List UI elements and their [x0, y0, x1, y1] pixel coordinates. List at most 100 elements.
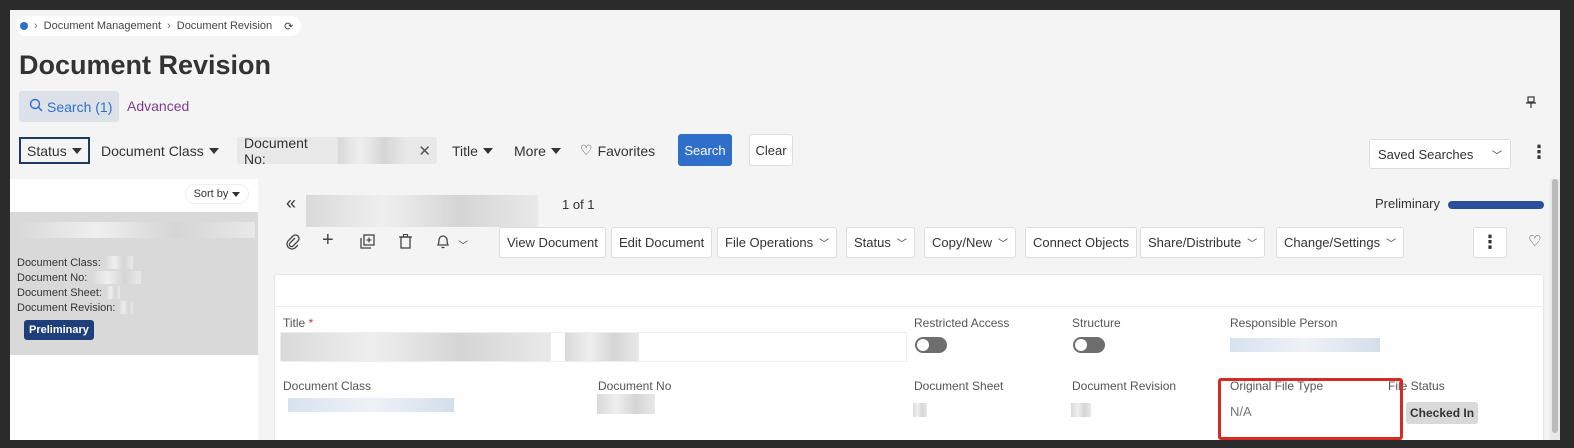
document-form: Title * Restricted Access Structure Resp…	[274, 274, 1545, 440]
copy-new-menu[interactable]: Copy/New ﹀	[924, 227, 1016, 258]
restricted-access-toggle[interactable]	[915, 337, 947, 353]
detail-panel: « 1 of 1 Preliminary + ﹀ View Document E…	[258, 179, 1560, 440]
paperclip-icon[interactable]	[286, 234, 300, 254]
filter-more-label: More	[514, 142, 546, 159]
add-icon[interactable]: +	[322, 229, 334, 252]
tab-search[interactable]: Search (1)	[19, 91, 119, 122]
highlight-box	[1218, 378, 1403, 440]
filter-status-label: Status	[27, 142, 67, 159]
title-field[interactable]	[280, 332, 907, 362]
search-icon	[29, 98, 43, 115]
toolbar-more-icon[interactable]: ⋮	[1473, 227, 1507, 258]
record-state-progress	[1448, 201, 1544, 209]
filter-title[interactable]: Title	[452, 137, 493, 164]
chevron-down-icon: ﹀	[458, 241, 469, 252]
close-icon[interactable]: ✕	[418, 142, 431, 160]
chevron-down-icon: ﹀	[1386, 239, 1397, 250]
duplicate-icon[interactable]	[360, 234, 375, 253]
pin-icon[interactable]	[1526, 96, 1536, 112]
sort-by-label: Sort by	[193, 188, 229, 200]
list-item[interactable]: Document Class: Document No: Document Sh…	[10, 212, 258, 355]
chevron-down-icon: ﹀	[1247, 239, 1258, 250]
edit-document-button[interactable]: Edit Document	[611, 227, 713, 258]
filter-more[interactable]: More	[514, 137, 561, 164]
scrollbar-thumb[interactable]	[1552, 179, 1558, 433]
breadcrumb-item-document-management[interactable]: Document Management	[44, 20, 161, 32]
delete-icon[interactable]	[399, 233, 412, 253]
chevron-down-icon: ﹀	[819, 239, 830, 250]
title-label-text: Title	[283, 316, 306, 330]
chevron-down-icon: ﹀	[997, 239, 1008, 250]
view-document-button[interactable]: View Document	[499, 227, 606, 258]
change-settings-menu[interactable]: Change/Settings ﹀	[1276, 227, 1405, 258]
structure-toggle[interactable]	[1073, 337, 1105, 353]
share-distribute-menu[interactable]: Share/Distribute ﹀	[1140, 227, 1266, 258]
filter-document-no[interactable]: Document No: ✕	[237, 134, 437, 167]
record-selector[interactable]	[306, 195, 538, 227]
saved-searches-select[interactable]: Saved Searches ﹀	[1369, 139, 1511, 169]
document-no-label: Document No	[598, 379, 672, 393]
search-button[interactable]: Search	[678, 134, 732, 166]
document-class-label: Document Class	[283, 379, 372, 393]
file-operations-label: File Operations	[725, 235, 814, 250]
document-class-value[interactable]	[288, 398, 454, 412]
document-no-label: Document No:	[17, 271, 88, 284]
filter-document-class[interactable]: Document Class	[101, 137, 219, 164]
chevron-right-icon: ›	[167, 20, 171, 32]
heart-icon: ♡	[580, 142, 593, 158]
tab-search-label: Search (1)	[47, 98, 113, 115]
filter-status[interactable]: Status	[19, 137, 90, 164]
filter-document-no-label: Document No:	[244, 134, 308, 167]
document-class-value	[104, 256, 133, 269]
vertical-scrollbar[interactable]	[1550, 179, 1560, 440]
app-frame: › Document Management › Document Revisio…	[10, 10, 1560, 440]
document-no-value	[91, 271, 142, 284]
document-revision-value	[119, 301, 134, 314]
filter-document-no-value	[337, 137, 408, 164]
filter-favorites[interactable]: ♡ Favorites	[580, 137, 655, 164]
record-state-label: Preliminary	[1375, 196, 1441, 211]
document-revision-label: Document Revision:	[17, 301, 116, 314]
change-settings-label: Change/Settings	[1284, 235, 1381, 250]
status-menu[interactable]: Status ﹀	[846, 227, 915, 258]
record-position: 1 of 1	[562, 197, 595, 212]
document-no-value	[597, 394, 655, 414]
clear-button[interactable]: Clear	[749, 134, 793, 166]
share-distribute-label: Share/Distribute	[1148, 235, 1242, 250]
more-options-icon[interactable]: ⋮	[1530, 142, 1548, 163]
document-sheet-value	[106, 286, 120, 299]
caret-down-icon	[550, 147, 561, 154]
document-sheet-label: Document Sheet:	[17, 286, 102, 299]
bell-icon[interactable]: ﹀	[436, 234, 468, 253]
responsible-person-value[interactable]	[1230, 338, 1380, 352]
saved-searches-label: Saved Searches	[1378, 146, 1474, 162]
form-divider	[275, 306, 1545, 307]
breadcrumb-item-document-revision[interactable]: Document Revision	[177, 20, 272, 32]
breadcrumb: › Document Management › Document Revisio…	[16, 16, 302, 36]
document-class-label: Document Class:	[17, 256, 101, 269]
filter-bar: Status Document Class Document No: ✕ Tit…	[10, 134, 1560, 179]
list-item-document-class: Document Class:	[17, 255, 251, 270]
sort-by-button[interactable]: Sort by	[186, 185, 248, 203]
title-label: Title *	[283, 316, 313, 330]
restricted-access-label: Restricted Access	[914, 316, 1010, 330]
document-sheet-label: Document Sheet	[914, 379, 1004, 393]
double-chevron-left-icon[interactable]: «	[286, 193, 296, 214]
list-item-document-no: Document No:	[17, 270, 251, 285]
tab-advanced[interactable]: Advanced	[127, 98, 189, 114]
status-badge: Preliminary	[24, 320, 94, 340]
file-status-badge: Checked In	[1406, 402, 1479, 424]
filter-favorites-label: Favorites	[597, 142, 656, 159]
caret-down-icon	[71, 147, 82, 154]
responsible-person-label: Responsible Person	[1230, 316, 1338, 330]
results-list: Sort by Document Class: Document No: Doc…	[10, 179, 258, 440]
connect-objects-button[interactable]: Connect Objects	[1025, 227, 1138, 258]
refresh-icon[interactable]: ⟳	[284, 20, 293, 33]
caret-down-icon	[232, 191, 241, 197]
command-toolbar: + ﹀ View Document Edit Document File Ope…	[258, 227, 1560, 259]
filter-document-class-label: Document Class	[101, 142, 204, 159]
document-revision-label: Document Revision	[1072, 379, 1177, 393]
file-operations-menu[interactable]: File Operations ﹀	[717, 227, 838, 258]
home-icon[interactable]	[20, 22, 28, 30]
favorite-heart-icon[interactable]: ♡	[1528, 232, 1541, 250]
